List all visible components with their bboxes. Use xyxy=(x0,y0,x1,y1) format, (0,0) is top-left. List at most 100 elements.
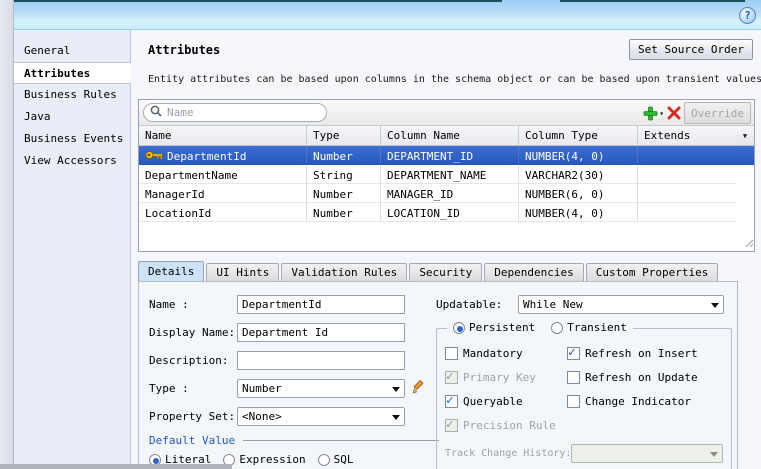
column-header-column-type[interactable]: Column Type xyxy=(519,126,638,145)
type-dropdown[interactable]: Number xyxy=(237,378,405,398)
add-attribute-button[interactable]: ▾ xyxy=(643,106,664,121)
chevron-down-icon xyxy=(710,452,718,457)
background-panel-strip xyxy=(0,0,14,469)
checkbox-icon xyxy=(567,395,580,408)
checkbox-icon xyxy=(567,371,580,384)
chevron-down-icon xyxy=(392,386,400,392)
sidebar-item-java[interactable]: Java xyxy=(14,106,130,128)
section-divider xyxy=(243,440,439,441)
checkbox-label: Precision Rule xyxy=(463,419,556,432)
description-text: Entity attributes can be based upon colu… xyxy=(148,74,761,85)
table-options-dropdown-button[interactable]: ▼ xyxy=(736,126,754,145)
checkbox-icon xyxy=(445,347,458,360)
tab-security[interactable]: Security xyxy=(409,263,483,282)
resize-grip[interactable] xyxy=(743,237,754,250)
cell-column-type: NUMBER(4, 0) xyxy=(519,203,638,222)
track-change-history-label: Track Change History: xyxy=(445,448,572,459)
cell-name: DepartmentName xyxy=(139,165,307,184)
edit-type-pencil-icon[interactable] xyxy=(411,379,427,398)
checkbox-label: Primary Key xyxy=(463,371,536,384)
checkbox-change-indicator[interactable]: Change Indicator xyxy=(567,395,723,408)
cell-type: Number xyxy=(307,146,381,165)
cell-name: DepartmentId xyxy=(167,150,247,163)
details-panel: Name : Display Name: Description: Type :… xyxy=(138,281,738,469)
checkbox-icon xyxy=(445,369,458,384)
table-row[interactable]: ManagerId Number MANAGER_ID NUMBER(6, 0) xyxy=(139,184,754,203)
default-value-section-label: Default Value xyxy=(149,434,236,447)
add-dropdown-caret-icon[interactable]: ▾ xyxy=(659,109,664,118)
delete-attribute-button[interactable] xyxy=(667,106,681,120)
sidebar-item-view-accessors[interactable]: View Accessors xyxy=(14,150,130,172)
cell-column-name: LOCATION_ID xyxy=(381,203,519,222)
tab-dependencies[interactable]: Dependencies xyxy=(484,263,584,282)
cell-name: LocationId xyxy=(139,203,307,222)
x-icon xyxy=(667,106,681,120)
updatable-value: While New xyxy=(523,297,583,311)
checkbox-label: Refresh on Insert xyxy=(585,347,698,360)
checkbox-queryable[interactable]: Queryable xyxy=(445,393,567,408)
sidebar: General Attributes Business Rules Java B… xyxy=(14,30,132,469)
updatable-dropdown[interactable]: While New xyxy=(518,294,724,314)
persistence-groupbox: Persistent Transient Mandatory Refresh o… xyxy=(436,321,732,469)
description-label: Description: xyxy=(149,353,229,367)
set-source-order-button[interactable]: Set Source Order xyxy=(629,39,753,60)
tab-custom-properties[interactable]: Custom Properties xyxy=(585,263,719,282)
cell-type: Number xyxy=(307,184,381,203)
checkbox-refresh-on-insert[interactable]: Refresh on Insert xyxy=(567,345,723,360)
search-box[interactable] xyxy=(143,103,327,122)
cell-extends xyxy=(638,184,736,203)
radio-transient[interactable]: Transient xyxy=(551,321,627,334)
key-icon xyxy=(145,150,163,163)
display-name-field[interactable] xyxy=(237,322,405,342)
radio-persistent[interactable]: Persistent xyxy=(453,321,535,334)
property-set-value: <None> xyxy=(242,409,282,423)
column-header-extends[interactable]: Extends xyxy=(638,126,736,145)
sidebar-item-business-events[interactable]: Business Events xyxy=(14,128,130,150)
detail-tabs: Details UI Hints Validation Rules Securi… xyxy=(138,261,720,282)
radio-sql[interactable]: SQL xyxy=(317,453,353,466)
chevron-down-icon xyxy=(711,302,719,308)
table-header-row: Name Type Column Name Column Type Extend… xyxy=(139,126,754,146)
column-header-name[interactable]: Name xyxy=(139,126,307,145)
override-button[interactable]: Override xyxy=(684,102,751,124)
cell-column-type: VARCHAR2(30) xyxy=(519,165,638,184)
sidebar-item-business-rules[interactable]: Business Rules xyxy=(14,84,130,106)
table-row[interactable]: LocationId Number LOCATION_ID NUMBER(4, … xyxy=(139,203,754,222)
name-field[interactable] xyxy=(237,294,405,314)
radio-dot-icon xyxy=(551,321,564,334)
cell-type: Number xyxy=(307,203,381,222)
table-row[interactable]: DepartmentName String DEPARTMENT_NAME VA… xyxy=(139,165,754,184)
attributes-table-panel: ▾ Override Name Type Column Name Column … xyxy=(138,99,755,252)
help-icon[interactable]: ? xyxy=(739,7,756,24)
tab-validation-rules[interactable]: Validation Rules xyxy=(281,263,408,282)
sidebar-item-attributes[interactable]: Attributes xyxy=(14,62,132,84)
checkbox-label: Refresh on Update xyxy=(585,371,698,384)
checkbox-refresh-on-update[interactable]: Refresh on Update xyxy=(567,371,723,384)
window-top-edge xyxy=(560,0,745,2)
checkbox-label: Mandatory xyxy=(463,347,523,360)
tab-details[interactable]: Details xyxy=(138,261,205,282)
radio-label: Transient xyxy=(567,321,627,334)
chevron-down-icon xyxy=(392,414,400,420)
column-header-column-name[interactable]: Column Name xyxy=(381,126,519,145)
cell-extends xyxy=(638,203,736,222)
cell-name: ManagerId xyxy=(139,184,307,203)
radio-expression[interactable]: Expression xyxy=(223,453,306,466)
attribute-editor-window: ? General Attributes Business Rules Java… xyxy=(0,0,761,469)
window-top-edge xyxy=(14,0,502,2)
type-value: Number xyxy=(242,381,282,395)
tab-ui-hints[interactable]: UI Hints xyxy=(206,263,280,282)
checkbox-label: Change Indicator xyxy=(585,395,691,408)
cell-column-type: NUMBER(6, 0) xyxy=(519,184,638,203)
type-label: Type : xyxy=(149,381,189,395)
name-label: Name : xyxy=(149,297,189,311)
search-input[interactable] xyxy=(167,106,307,119)
background-bottom-bar xyxy=(0,464,232,469)
radio-label: Expression xyxy=(239,453,306,466)
description-field[interactable] xyxy=(237,350,405,370)
sidebar-item-general[interactable]: General xyxy=(14,40,130,62)
property-set-dropdown[interactable]: <None> xyxy=(237,406,405,426)
column-header-type[interactable]: Type xyxy=(307,126,381,145)
table-row[interactable]: DepartmentId Number DEPARTMENT_ID NUMBER… xyxy=(139,146,754,165)
checkbox-mandatory[interactable]: Mandatory xyxy=(445,347,567,360)
